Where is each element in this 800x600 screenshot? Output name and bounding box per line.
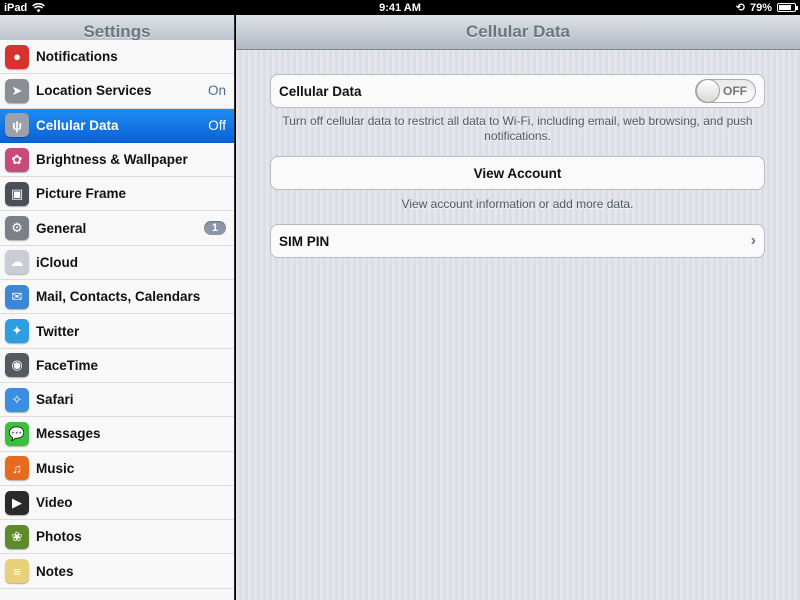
settings-sidebar: Settings ● Notifications ➤ Location Service… (0, 15, 235, 600)
cellular-data-footer: Turn off cellular data to restrict all d… (282, 114, 753, 143)
sidebar-item-label: Notifications (36, 49, 118, 65)
toggle-knob (696, 79, 720, 103)
sidebar-item-facetime[interactable]: ◉ FaceTime (0, 348, 234, 383)
sidebar-item-brightness-wallpaper[interactable]: ✿ Brightness & Wallpaper (0, 142, 234, 178)
battery-percent: 79% (749, 1, 772, 14)
sidebar-item-picture-frame[interactable]: ▣ Picture Frame (0, 177, 234, 212)
cellular-data-row: Cellular Data OFF (270, 74, 765, 108)
photos-sunflower-icon: ❀ (5, 524, 29, 549)
sidebar-title: Settings (83, 22, 151, 41)
music-note-icon: ♫ (5, 456, 29, 481)
sidebar-item-cellular-data[interactable]: ψ Cellular Data Off (0, 108, 234, 143)
facetime-camera-icon: ◉ (5, 353, 29, 378)
chevron-right-icon: › (750, 232, 756, 249)
mail-envelope-icon: ✉ (5, 284, 29, 309)
cellular-antenna-icon: ψ (5, 113, 29, 138)
cellular-data-label: Cellular Data (279, 83, 362, 99)
notes-pad-icon: ≡ (5, 559, 29, 584)
sidebar-item-label: Photos (36, 529, 82, 545)
detail-navbar: Cellular Data (236, 15, 800, 50)
sidebar-item-label: Mail, Contacts, Calendars (36, 289, 201, 305)
sidebar-item-general[interactable]: ⚙ General 1 (0, 211, 234, 246)
sidebar-item-label: Brightness & Wallpaper (36, 152, 188, 168)
detail-pane: Cellular Data Cellular Data OFF Turn off… (236, 15, 800, 600)
sidebar-item-twitter[interactable]: ✦ Twitter (0, 314, 234, 349)
cloud-icon: ☁ (5, 250, 29, 275)
device-name: iPad (4, 1, 28, 14)
sidebar-item-music[interactable]: ♫ Music (0, 451, 234, 486)
sidebar-item-video[interactable]: ▶ Video (0, 485, 234, 521)
sidebar-item-label: Notes (36, 563, 74, 579)
sidebar-item-notes[interactable]: ≡ Notes (0, 554, 234, 589)
notifications-icon: ● (5, 44, 29, 69)
video-clapper-icon: ▶ (5, 490, 29, 515)
sidebar-item-value: On (207, 83, 226, 99)
sidebar-item-location-services[interactable]: ➤ Location Services On (0, 74, 234, 109)
toggle-state-label: OFF (723, 84, 747, 98)
twitter-bird-icon: ✦ (5, 319, 29, 344)
sidebar-item-mail-contacts-calendars[interactable]: ✉ Mail, Contacts, Calendars (0, 280, 234, 315)
update-count-badge: 1 (203, 221, 226, 236)
messages-bubble-icon: 💬 (5, 421, 29, 446)
sidebar-item-label: iCloud (36, 254, 78, 270)
clock: 9:41 AM (379, 1, 421, 14)
sidebar-item-messages[interactable]: 💬 Messages (0, 417, 234, 452)
sidebar-item-label: Location Services (36, 83, 152, 99)
status-bar: iPad 9:41 AM ⟲ 79% (0, 0, 800, 15)
sidebar-item-label: General (36, 220, 87, 236)
sidebar-item-label: Picture Frame (36, 186, 127, 202)
sidebar-item-icloud[interactable]: ☁ iCloud (0, 245, 234, 281)
picture-frame-icon: ▣ (5, 181, 29, 206)
sim-pin-label: SIM PIN (279, 233, 330, 249)
sim-pin-row[interactable]: SIM PIN › (270, 224, 765, 258)
settings-list[interactable]: ● Notifications ➤ Location Services On ψ Cellu… (0, 40, 234, 589)
sidebar-item-label: Safari (36, 392, 74, 408)
sidebar-item-notifications[interactable]: ● Notifications (0, 40, 234, 75)
sidebar-item-label: Music (36, 460, 75, 476)
location-arrow-icon: ➤ (5, 78, 29, 103)
gear-icon: ⚙ (5, 216, 29, 241)
view-account-label: View Account (473, 165, 562, 181)
view-account-footer: View account information or add more dat… (401, 197, 634, 211)
sidebar-item-safari[interactable]: ✧ Safari (0, 382, 234, 418)
detail-title: Cellular Data (466, 22, 570, 41)
sidebar-item-label: Messages (36, 426, 101, 442)
sidebar-item-value: Off (208, 117, 226, 133)
sidebar-item-label: Cellular Data (36, 117, 119, 133)
sidebar-item-label: Video (36, 495, 73, 510)
battery-icon (777, 3, 798, 12)
flower-wallpaper-icon: ✿ (5, 147, 29, 172)
sidebar-item-label: FaceTime (36, 357, 99, 373)
view-account-button[interactable]: View Account (270, 156, 765, 190)
cellular-data-toggle[interactable]: OFF (695, 79, 756, 103)
wifi-icon (32, 2, 46, 12)
safari-compass-icon: ✧ (5, 387, 29, 412)
sidebar-item-label: Twitter (36, 323, 80, 339)
rotation-lock-icon: ⟲ (735, 2, 745, 14)
sidebar-item-photos[interactable]: ❀ Photos (0, 520, 234, 555)
